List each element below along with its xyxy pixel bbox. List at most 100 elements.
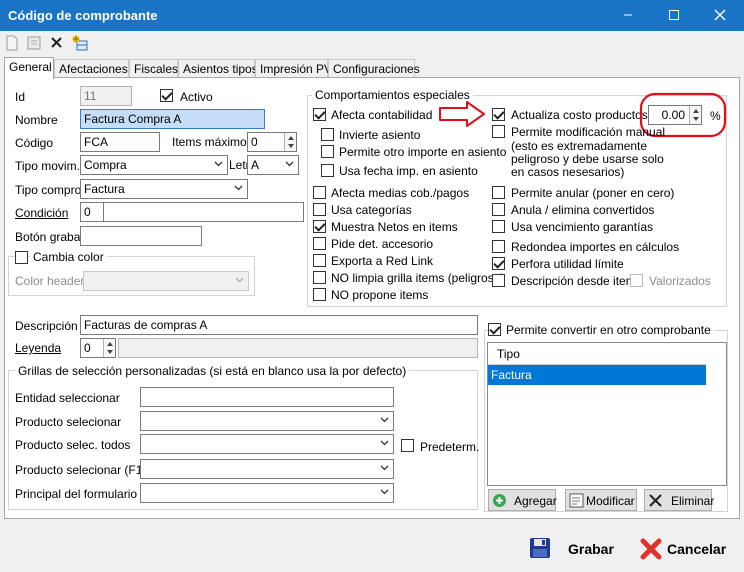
tab-impresion-pv[interactable]: Impresión PV (255, 59, 332, 78)
descripcion-field[interactable]: Facturas de compras A (80, 315, 478, 335)
descripcion-label: Descripción (15, 319, 78, 333)
spinner-arrows-icon[interactable] (103, 339, 115, 357)
footer-bar (0, 524, 744, 572)
edit-document-icon (27, 36, 41, 50)
agregar-label: Agregar (514, 494, 557, 508)
modificar-label: Modificar (586, 494, 635, 508)
principal-formulario-select[interactable] (140, 483, 394, 503)
tipo-column-header[interactable]: Tipo (488, 343, 706, 365)
color-header-select[interactable] (83, 271, 249, 291)
tab-label: Configuraciones (333, 62, 420, 76)
anula-elimina-checkbox[interactable] (492, 203, 505, 216)
actualiza-costo-checkbox[interactable] (492, 108, 505, 121)
items-maximos-value: 0 (251, 135, 258, 149)
producto-selec-todos-select[interactable] (140, 434, 394, 454)
spinner-arrows-icon[interactable] (284, 133, 296, 151)
usa-fecha-imp-checkbox[interactable] (321, 164, 334, 177)
predeterm-checkbox[interactable] (401, 439, 414, 452)
grabar-label: Grabar (568, 541, 614, 557)
tipo-row-factura[interactable]: Factura (488, 365, 706, 385)
grabar-button[interactable]: Grabar (527, 536, 619, 562)
permite-modificacion-note-1: (esto es extremadamente (511, 139, 648, 153)
toolbar (0, 31, 744, 55)
pide-det-accesorio-label: Pide det. accesorio (331, 237, 434, 251)
cancelar-button[interactable]: Cancelar (638, 536, 738, 562)
chevron-down-icon (380, 465, 389, 471)
producto-selecionar-f1-select[interactable] (140, 459, 394, 479)
no-propone-items-label: NO propone items (331, 288, 429, 302)
add-item-button[interactable] (71, 34, 89, 52)
cambia-color-checkbox[interactable] (15, 251, 28, 264)
condicion-link[interactable]: Condición (15, 206, 68, 220)
no-propone-items-checkbox[interactable] (313, 288, 326, 301)
tipo-movim-select[interactable]: Compra (80, 155, 228, 175)
permite-convertir-checkbox[interactable] (488, 323, 501, 336)
afecta-contabilidad-checkbox[interactable] (313, 108, 326, 121)
tab-label: Afectaciones (59, 62, 128, 76)
invierte-asiento-checkbox[interactable] (321, 128, 334, 141)
usa-vencimiento-checkbox[interactable] (492, 220, 505, 233)
pide-det-accesorio-checkbox[interactable] (313, 237, 326, 250)
perfora-utilidad-label: Perfora utilidad límite (511, 257, 624, 271)
leyenda-link[interactable]: Leyenda (15, 341, 61, 355)
usa-categorias-checkbox[interactable] (313, 203, 326, 216)
producto-selecionar-select[interactable] (140, 411, 394, 431)
codigo-field[interactable]: FCA (80, 132, 160, 152)
tipo-movim-label: Tipo movim. (15, 159, 80, 173)
tab-fiscales[interactable]: Fiscales (129, 59, 178, 78)
agregar-button[interactable]: Agregar (488, 489, 557, 511)
maximize-button[interactable] (665, 6, 683, 24)
items-maximos-spinner[interactable]: 0 (247, 132, 297, 152)
close-button[interactable] (711, 6, 729, 24)
tipo-movim-value: Compra (84, 158, 127, 172)
tab-asientos-tipos[interactable]: Asientos tipos (178, 59, 258, 78)
condicion-field[interactable]: 0 (80, 202, 104, 222)
delete-button[interactable] (48, 34, 66, 52)
grillas-title: Grillas de selección personalizadas (si … (15, 364, 410, 378)
minimize-button[interactable] (619, 6, 637, 24)
permite-modificacion-checkbox[interactable] (492, 125, 505, 138)
redondea-importes-label: Redondea importes en cálculos (511, 240, 680, 254)
close-icon (714, 9, 726, 21)
permite-otro-importe-checkbox[interactable] (321, 145, 334, 158)
activo-checkbox[interactable] (160, 89, 173, 102)
chevron-down-icon (285, 161, 294, 167)
boton-grabar-field[interactable] (80, 226, 202, 246)
muestra-netos-checkbox[interactable] (313, 220, 326, 233)
modificar-button[interactable]: Modificar (565, 489, 637, 511)
tab-afectaciones[interactable]: Afectaciones (54, 59, 129, 78)
descripcion-desde-items-checkbox[interactable] (492, 274, 505, 287)
id-field[interactable]: 11 (80, 86, 132, 106)
edit-document-button[interactable] (25, 34, 43, 52)
letra-value: A (251, 158, 260, 172)
id-label: Id (15, 90, 26, 104)
new-document-button[interactable] (3, 34, 21, 52)
permite-anular-checkbox[interactable] (492, 186, 505, 199)
nombre-field[interactable]: Factura Compra A (80, 109, 265, 129)
tipo-comprob-select[interactable]: Factura (80, 179, 248, 199)
tipo-row-label: Factura (491, 368, 532, 382)
exporta-red-link-checkbox[interactable] (313, 254, 326, 267)
afecta-medias-label: Afecta medias cob./pagos (331, 186, 470, 200)
letra-select[interactable]: A (247, 155, 299, 175)
leyenda-spinner[interactable]: 0 (80, 338, 116, 358)
anula-elimina-label: Anula / elimina convertidos (511, 203, 655, 217)
title-bar: Código de comprobante (0, 0, 744, 31)
tab-label: Fiscales (134, 62, 179, 76)
no-limpia-grilla-checkbox[interactable] (313, 271, 326, 284)
exporta-red-link-label: Exporta a Red Link (331, 254, 434, 268)
new-document-icon (6, 35, 18, 51)
redondea-importes-checkbox[interactable] (492, 240, 505, 253)
usa-vencimiento-label: Usa vencimiento garantías (511, 220, 654, 234)
tab-general[interactable]: General (4, 57, 54, 79)
save-disk-icon (530, 538, 550, 558)
eliminar-button[interactable]: Eliminar (644, 489, 714, 511)
maximize-icon (669, 10, 679, 20)
entidad-seleccionar-field[interactable] (140, 387, 394, 407)
producto-selecionar-f1-label: Producto selecionar (F1) (15, 463, 147, 477)
perfora-utilidad-checkbox[interactable] (492, 257, 505, 270)
afecta-medias-checkbox[interactable] (313, 186, 326, 199)
tab-configuraciones[interactable]: Configuraciones (328, 59, 420, 78)
predeterm-label: Predeterm. (420, 440, 480, 454)
valorizados-checkbox[interactable] (630, 274, 643, 287)
